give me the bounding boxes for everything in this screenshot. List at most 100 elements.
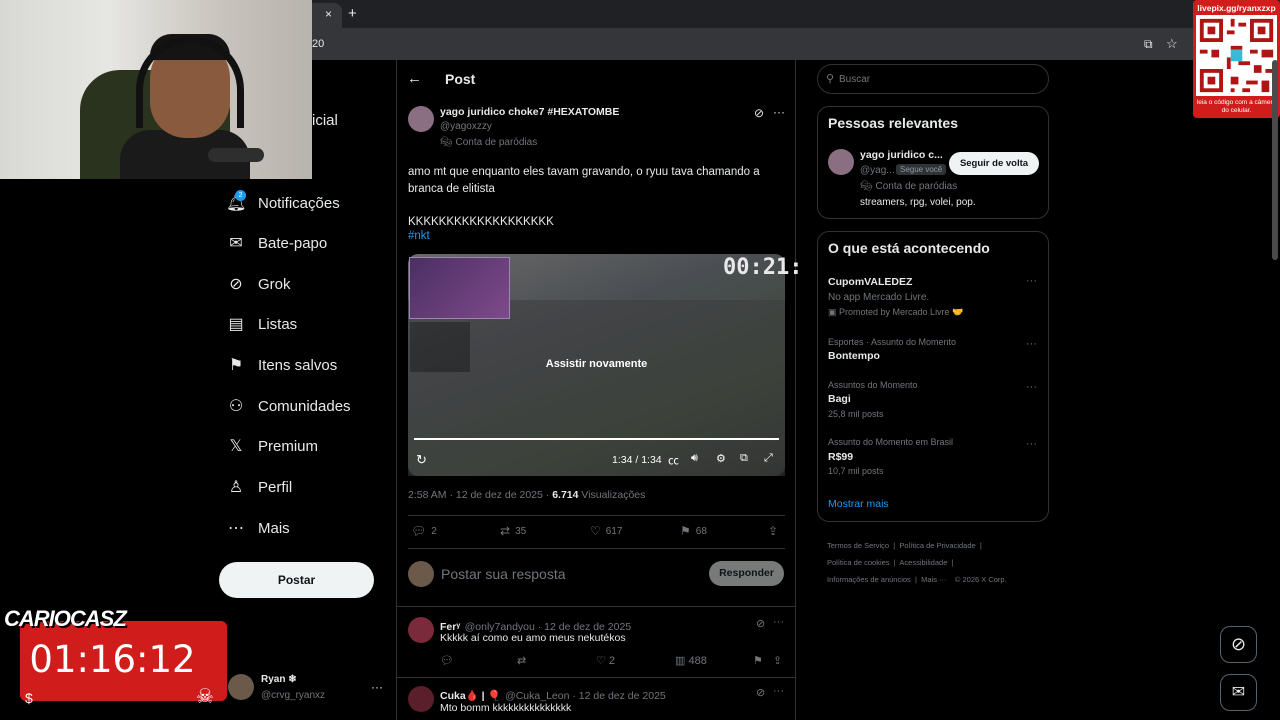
grok-icon[interactable]: ⊘ <box>756 617 765 630</box>
repost-icon[interactable]: ⇄ <box>517 654 526 667</box>
sidebar-item-bookmarks[interactable]: ⚑ Itens salvos <box>226 348 337 382</box>
trend-promo-label: Promoted by Mercado Livre 🤝 <box>839 307 964 317</box>
relevant-name[interactable]: yago juridico c... <box>860 149 943 161</box>
sidebar-item-lists[interactable]: ▤ Listas <box>226 307 297 341</box>
more-icon[interactable]: ··· <box>1026 338 1037 350</box>
sidebar-item-label: Notificações <box>258 194 340 212</box>
replay-icon[interactable]: ↻ <box>416 452 427 468</box>
trend-name[interactable]: Bontempo <box>828 350 880 362</box>
sidebar-item-premium[interactable]: 𝕏 Premium <box>226 429 318 463</box>
like-stat[interactable]: ♡ 2 <box>596 654 615 667</box>
replay-label[interactable]: Assistir novamente <box>408 358 785 370</box>
more-icon[interactable]: ··· <box>773 616 784 628</box>
reply-input[interactable]: Postar sua resposta <box>441 566 566 582</box>
author-handle[interactable]: @yagoxzzy <box>440 121 492 132</box>
settings-icon[interactable]: ⚙ <box>716 452 726 465</box>
cast-icon[interactable]: ⧉ <box>1144 37 1153 52</box>
new-tab-icon[interactable]: + <box>348 5 357 22</box>
sidebar-item-grok[interactable]: ⊘ Grok <box>226 267 290 301</box>
tweet-timestamp[interactable]: 2:58 AM · 12 de dez de 2025 · <box>408 489 552 501</box>
footer-link[interactable]: Política de Privacidade <box>899 541 975 550</box>
trend-name[interactable]: Bagi <box>828 393 851 405</box>
volume-icon[interactable]: 🔊︎ <box>691 452 698 465</box>
follow-back-button[interactable]: Seguir de volta <box>949 152 1039 175</box>
avatar[interactable] <box>228 674 254 700</box>
trend-name[interactable]: R$99 <box>828 451 853 463</box>
hashtag-link[interactable]: #nkt <box>408 230 430 242</box>
relevant-people-title: Pessoas relevantes <box>828 115 958 131</box>
more-icon[interactable]: ··· <box>1026 275 1037 287</box>
grok-icon: ⊘ <box>229 276 243 293</box>
reply-avatar[interactable] <box>408 617 434 643</box>
captions-icon[interactable]: ㏄ <box>668 452 679 468</box>
more-icon[interactable]: ··· <box>773 685 784 697</box>
reply-button[interactable]: Responder <box>709 561 784 586</box>
heart-icon: ♡ <box>596 655 609 667</box>
more-icon[interactable]: ··· <box>773 105 785 119</box>
avatar[interactable] <box>828 149 854 175</box>
footer-link[interactable]: Política de cookies <box>827 558 890 567</box>
sidebar-item-label: Premium <box>258 437 319 455</box>
like-stat[interactable]: ♡ 617 <box>590 524 622 538</box>
reply-avatar[interactable] <box>408 686 434 712</box>
footer-link[interactable]: Informações de anúncios <box>827 575 911 584</box>
fullscreen-icon[interactable]: ⤢ <box>764 452 773 465</box>
trend-meta: Esportes · Assunto do Momento <box>828 337 957 347</box>
address-text[interactable]: 20 <box>312 38 324 50</box>
trending-card <box>817 231 1049 522</box>
close-tab-icon[interactable]: × <box>325 7 332 21</box>
sidebar-item-profile[interactable]: ♙ Perfil <box>226 470 292 504</box>
video-progress-bar[interactable] <box>414 438 779 440</box>
profile-handle[interactable]: @crvg_ryanxz <box>261 690 325 701</box>
footer-link[interactable]: Mais ··· <box>921 575 946 584</box>
dollar-icon: $ <box>25 690 33 706</box>
sidebar-item-more[interactable]: ⋯ Mais <box>226 511 290 545</box>
footer-link[interactable]: Acessibilidade <box>899 558 947 567</box>
bookmark-stat[interactable]: ⚑ 68 <box>680 524 707 538</box>
sidebar-item-communities[interactable]: ⚇ Comunidades <box>226 389 351 423</box>
grok-icon[interactable]: ⊘ <box>754 106 764 120</box>
show-more-link[interactable]: Mostrar mais <box>828 498 889 510</box>
reply-stat[interactable]: 💬︎ 2 <box>411 524 437 538</box>
reply-author-handle[interactable]: @Cuka_Leon · 12 de dez de 2025 <box>505 690 666 702</box>
footer-link[interactable]: Termos de Serviço <box>827 541 889 550</box>
reply-author-name[interactable]: Cuka🩸 | 🎈 <box>440 690 501 702</box>
more-icon[interactable]: ··· <box>371 680 383 694</box>
pip-icon[interactable]: ⧉ <box>740 452 748 465</box>
person-icon: ♙ <box>228 479 244 496</box>
divider <box>408 548 785 549</box>
microphone <box>208 148 264 162</box>
trend-name[interactable]: CupomVALEDEZ <box>828 276 912 288</box>
scrollbar[interactable] <box>1272 60 1278 260</box>
avatar[interactable] <box>408 561 434 587</box>
star-icon[interactable]: ☆ <box>1166 36 1178 52</box>
mask-icon: 🎭︎ <box>440 137 456 148</box>
profile-name[interactable]: Ryan ❄ <box>261 674 297 685</box>
grok-fab-icon[interactable]: ⊘ <box>1220 626 1257 663</box>
post-button[interactable]: Postar <box>219 562 374 598</box>
back-arrow-icon[interactable]: ← <box>407 70 422 87</box>
mask-icon: 🎭︎ <box>860 181 876 192</box>
parody-badge-label: Conta de paródias <box>455 137 538 148</box>
sidebar-item-chat[interactable]: ✉ Bate-papo <box>226 226 327 260</box>
author-name[interactable]: yago juridico choke7 #HEXATOMBE <box>440 106 619 118</box>
bookmark-icon[interactable]: ⚑ <box>753 654 763 667</box>
mail-icon: ✉ <box>229 235 243 252</box>
more-icon[interactable]: ··· <box>1026 438 1037 450</box>
reply-icon[interactable]: 💬︎ <box>440 654 454 667</box>
author-avatar[interactable] <box>408 106 434 132</box>
repost-count: 35 <box>515 525 527 537</box>
more-icon[interactable]: ··· <box>1026 381 1037 393</box>
grok-icon[interactable]: ⊘ <box>756 686 765 699</box>
share-icon[interactable]: ⇪ <box>773 654 782 667</box>
messages-fab-icon[interactable]: ✉ <box>1220 674 1257 711</box>
trend-sub: 10,7 mil posts <box>828 466 884 476</box>
share-stat[interactable]: ⇪ <box>768 524 783 538</box>
relevant-handle[interactable]: @yag... <box>860 165 895 176</box>
views-stat[interactable]: ▥ 488 <box>675 654 707 667</box>
sidebar-partial-label[interactable]: icial <box>312 112 338 129</box>
repost-icon: ⇄ <box>500 524 511 538</box>
search-placeholder[interactable]: Buscar <box>839 74 870 85</box>
trend-meta: Assunto do Momento em Brasil <box>828 437 954 447</box>
repost-stat[interactable]: ⇄ 35 <box>500 524 526 538</box>
